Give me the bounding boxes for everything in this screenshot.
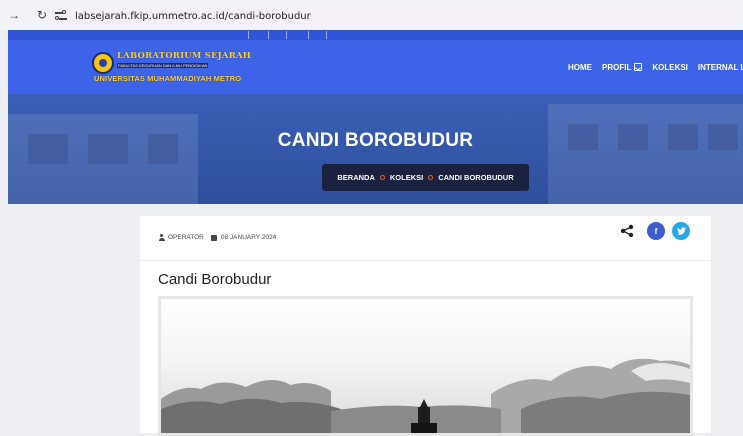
borobudur-photo: [161, 299, 690, 433]
site-logo[interactable]: LABORATORIUM SEJARAH FAKULTAS KEGURUAN D…: [92, 50, 251, 86]
top-strip: [8, 30, 743, 40]
nav-profil-label: PROFIL: [602, 62, 632, 72]
browser-toolbar: → ↻ labsejarah.fkip.ummetro.ac.id/candi-…: [0, 0, 743, 30]
chevron-down-icon: [634, 63, 643, 71]
breadcrumb-separator-icon: [428, 175, 434, 180]
url-text: labsejarah.fkip.ummetro.ac.id/candi-boro…: [75, 10, 311, 22]
post-date: 08 JANUARY 2024: [220, 234, 277, 241]
university-emblem-icon: [92, 52, 114, 74]
breadcrumb-home[interactable]: BERANDA: [337, 173, 375, 182]
logo-university: UNIVERSITAS MUHAMMADIYAH METRO: [94, 74, 242, 83]
main-nav: HOME PROFIL KOLEKSI INTERNAL LI: [568, 60, 743, 74]
post-image[interactable]: [158, 296, 693, 436]
nav-home[interactable]: HOME: [568, 63, 592, 72]
nav-profil[interactable]: PROFIL: [602, 62, 643, 72]
breadcrumb-separator-icon: [379, 175, 385, 180]
facebook-icon: f: [654, 226, 658, 236]
twitter-icon: [676, 227, 686, 235]
twitter-share-button[interactable]: [672, 222, 690, 240]
post-card: OPERATOR 08 JANUARY 2024 f Candi Borobud…: [140, 216, 711, 436]
calendar-icon: [210, 234, 217, 241]
post-title: Candi Borobudur: [158, 271, 272, 288]
nav-internal[interactable]: INTERNAL LI: [698, 63, 743, 72]
content-area: OPERATOR 08 JANUARY 2024 f Candi Borobud…: [8, 204, 743, 436]
page-hero: CANDI BOROBUDUR BERANDA KOLEKSI CANDI BO…: [8, 94, 743, 204]
post-meta: OPERATOR 08 JANUARY 2024: [158, 234, 276, 241]
breadcrumb: BERANDA KOLEKSI CANDI BOROBUDUR: [322, 164, 529, 191]
user-icon: [158, 234, 165, 241]
breadcrumb-current: CANDI BOROBUDUR: [438, 173, 514, 182]
address-bar[interactable]: labsejarah.fkip.ummetro.ac.id/candi-boro…: [49, 7, 739, 25]
nav-koleksi[interactable]: KOLEKSI: [652, 63, 688, 72]
site-settings-icon[interactable]: [55, 10, 67, 22]
logo-subtitle: FAKULTAS KEGURUAN DAN ILMU PENDIDIKAN: [117, 63, 209, 68]
back-arrow-icon[interactable]: →: [7, 8, 21, 22]
facebook-share-button[interactable]: f: [647, 222, 665, 240]
breadcrumb-koleksi[interactable]: KOLEKSI: [390, 173, 423, 182]
reload-icon[interactable]: ↻: [35, 8, 49, 22]
share-icon[interactable]: [620, 224, 634, 238]
page-title: CANDI BOROBUDUR: [277, 130, 474, 151]
post-author[interactable]: OPERATOR: [168, 234, 204, 241]
site-header: LABORATORIUM SEJARAH FAKULTAS KEGURUAN D…: [8, 40, 743, 94]
logo-title: LABORATORIUM SEJARAH: [117, 51, 251, 61]
divider: [140, 260, 711, 261]
